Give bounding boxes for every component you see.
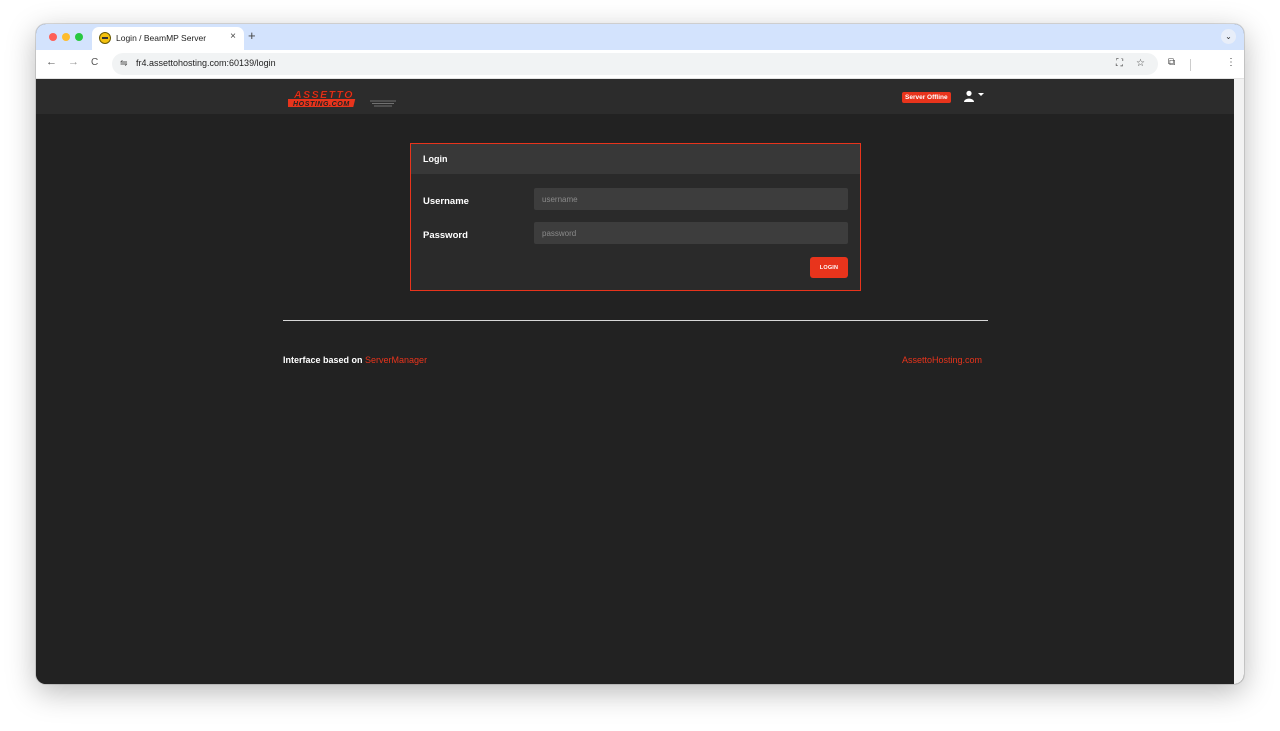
- tab-close-icon[interactable]: ×: [230, 31, 236, 42]
- site-navbar: ASSETTO HOSTING.COM Server Offline: [36, 79, 1234, 114]
- translate-icon[interactable]: ⛶: [1116, 58, 1123, 69]
- site-info-icon[interactable]: ⇋: [120, 58, 128, 69]
- assettohosting-link[interactable]: AssettoHosting.com: [902, 355, 982, 365]
- username-label: Username: [423, 196, 469, 207]
- login-card: Login Username Password LOGIN: [410, 143, 861, 291]
- tab-strip: Login / BeamMP Server × + ⌄: [36, 24, 1244, 50]
- reload-icon[interactable]: C: [91, 57, 98, 68]
- browser-window: Login / BeamMP Server × + ⌄ ← → C ⇋ fr4.…: [36, 24, 1244, 684]
- user-icon[interactable]: [963, 90, 975, 102]
- page-scrollbar[interactable]: [1234, 79, 1244, 684]
- browser-menu-icon[interactable]: ⋮: [1226, 57, 1236, 68]
- servermanager-link[interactable]: ServerManager: [365, 355, 427, 365]
- assetto-hosting-logo[interactable]: ASSETTO HOSTING.COM: [288, 88, 400, 108]
- tab-search-button[interactable]: ⌄: [1221, 29, 1236, 44]
- server-status-badge: Server Offline: [902, 92, 951, 103]
- back-icon[interactable]: ←: [46, 56, 57, 68]
- username-input[interactable]: [534, 188, 848, 210]
- toolbar-separator: [1190, 59, 1191, 71]
- page-content: ASSETTO HOSTING.COM Server Offline Login: [36, 79, 1244, 684]
- forward-icon[interactable]: →: [68, 56, 79, 68]
- tab-login[interactable]: Login / BeamMP Server ×: [92, 27, 244, 50]
- login-card-header: Login: [411, 144, 860, 174]
- beammp-favicon-icon: [99, 32, 111, 44]
- password-label: Password: [423, 230, 468, 241]
- minimize-window-button[interactable]: [62, 33, 70, 41]
- footer-credit-prefix: Interface based on: [283, 355, 366, 365]
- url-text[interactable]: fr4.assettohosting.com:60139/login: [136, 58, 276, 68]
- footer-divider: [283, 320, 988, 321]
- login-button[interactable]: LOGIN: [810, 257, 848, 278]
- address-bar[interactable]: ⇋ fr4.assettohosting.com:60139/login ⛶ ☆: [112, 53, 1158, 75]
- extensions-icon[interactable]: ⧉: [1168, 57, 1175, 68]
- login-title: Login: [423, 154, 448, 164]
- user-dropdown-caret-icon[interactable]: [978, 93, 984, 96]
- browser-toolbar: ← → C ⇋ fr4.assettohosting.com:60139/log…: [36, 50, 1244, 79]
- new-tab-button[interactable]: +: [248, 28, 256, 43]
- maximize-window-button[interactable]: [75, 33, 83, 41]
- logo-line-2: HOSTING.COM: [293, 101, 350, 108]
- bookmark-star-icon[interactable]: ☆: [1136, 58, 1145, 69]
- close-window-button[interactable]: [49, 33, 57, 41]
- tab-title: Login / BeamMP Server: [116, 33, 207, 43]
- footer-credit: Interface based on ServerManager: [283, 355, 427, 365]
- password-input[interactable]: [534, 222, 848, 244]
